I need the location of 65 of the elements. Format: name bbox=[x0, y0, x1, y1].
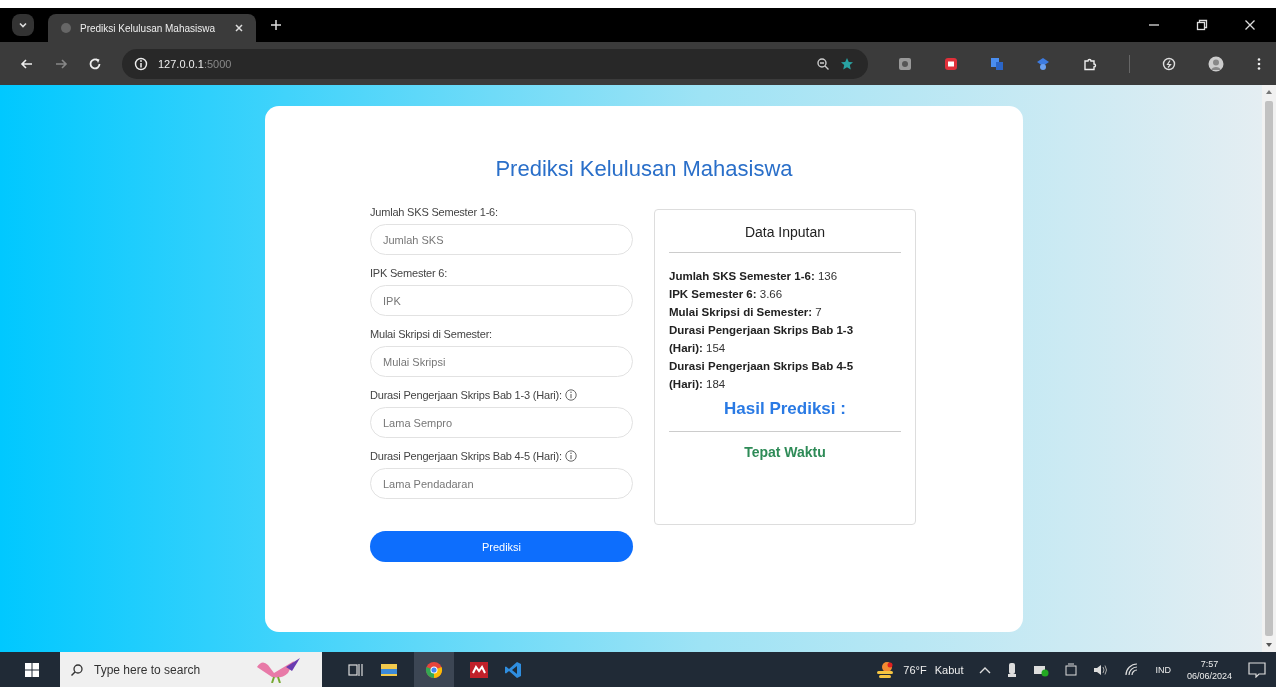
weather-icon[interactable] bbox=[875, 660, 896, 679]
input-summary: Jumlah SKS Semester 1-6: 136 bbox=[669, 269, 839, 284]
wifi-icon[interactable] bbox=[1125, 662, 1140, 677]
usb-drive-icon[interactable] bbox=[1007, 661, 1018, 678]
speaker-icon[interactable] bbox=[1093, 662, 1110, 677]
folder-icon[interactable] bbox=[380, 661, 398, 678]
prediction-result: Tepat Waktu bbox=[743, 444, 827, 460]
clock-time: 7:57 bbox=[1200, 657, 1219, 670]
page-title: Prediksi Kelulusan Mahasiswa bbox=[494, 156, 794, 182]
tab-title: Prediksi Kelulusan Mahasiswa bbox=[80, 22, 217, 34]
star-icon[interactable] bbox=[840, 56, 854, 71]
field-label: Mulai Skripsi di Semester: bbox=[370, 328, 492, 340]
scroll-up-icon[interactable] bbox=[1265, 89, 1273, 95]
info-icon[interactable] bbox=[564, 389, 577, 401]
input-summary: Durasi Pengerjaan Skrips Bab 1-3 (Hari): 154 bbox=[669, 323, 855, 356]
chrome-icon[interactable] bbox=[425, 660, 443, 679]
media-icon[interactable] bbox=[1161, 56, 1176, 71]
puzzle-icon[interactable] bbox=[1082, 56, 1097, 71]
clock-date: 06/06/2024 bbox=[1186, 669, 1232, 682]
input-field[interactable]: Lama Pendadaran bbox=[370, 468, 633, 499]
close-icon[interactable] bbox=[1244, 19, 1256, 31]
code-editor-icon[interactable] bbox=[504, 660, 522, 679]
app-icon[interactable] bbox=[470, 661, 488, 678]
input-field[interactable]: Mulai Skripsi bbox=[370, 346, 633, 377]
task-view-icon[interactable] bbox=[348, 661, 364, 678]
browser-tab[interactable]: Prediksi Kelulusan Mahasiswa bbox=[48, 14, 256, 42]
input-summary: Mulai Skripsi di Semester: 7 bbox=[669, 305, 823, 320]
input-summary: IPK Semester 6: 3.66 bbox=[669, 287, 784, 302]
field-label: Durasi Pengerjaan Skrips Bab 4-5 (Hari): bbox=[370, 450, 562, 462]
temperature-text: 76°F bbox=[903, 663, 927, 676]
tab-search-button[interactable] bbox=[12, 14, 34, 36]
weather-text: Kabut bbox=[934, 663, 964, 676]
info-icon[interactable] bbox=[564, 450, 577, 462]
language-indicator[interactable]: IND bbox=[1155, 664, 1171, 675]
notification-icon[interactable] bbox=[1248, 661, 1266, 678]
field-label: Durasi Pengerjaan Skrips Bab 1-3 (Hari): bbox=[370, 389, 562, 401]
result-heading: Hasil Prediksi : bbox=[723, 399, 847, 419]
menu-icon[interactable] bbox=[1256, 56, 1262, 71]
predict-button[interactable]: Prediksi bbox=[370, 531, 633, 562]
field-label: IPK Semester 6: bbox=[370, 267, 448, 279]
windows-start-icon[interactable] bbox=[24, 661, 40, 678]
avatar-icon[interactable] bbox=[1207, 55, 1224, 72]
restore-icon[interactable] bbox=[1196, 19, 1208, 31]
new-tab-icon[interactable] bbox=[270, 19, 282, 31]
taskbar-search-field[interactable]: Type here to search bbox=[60, 652, 322, 687]
reload-icon[interactable] bbox=[88, 56, 102, 71]
chevron-down-icon bbox=[18, 20, 28, 30]
panel-title: Data Inputan bbox=[743, 224, 827, 240]
input-field[interactable]: Jumlah SKS bbox=[370, 224, 633, 255]
url-text: 127.0.0.1:5000 bbox=[158, 57, 232, 70]
translate-icon[interactable] bbox=[990, 56, 1005, 71]
address-bar[interactable]: 127.0.0.1:5000 bbox=[122, 48, 868, 79]
search-icon bbox=[70, 662, 84, 677]
zoom-icon[interactable] bbox=[816, 56, 830, 71]
extension-icon[interactable] bbox=[944, 56, 959, 71]
input-summary: Durasi Pengerjaan Skrips Bab 4-5 (Hari): 184 bbox=[669, 359, 855, 392]
field-label: Jumlah SKS Semester 1-6: bbox=[370, 206, 498, 218]
scroll-down-icon[interactable] bbox=[1265, 642, 1273, 648]
back-icon[interactable] bbox=[20, 56, 34, 71]
input-field[interactable]: Lama Sempro bbox=[370, 407, 633, 438]
close-icon[interactable] bbox=[234, 23, 244, 33]
input-field[interactable]: IPK bbox=[370, 285, 633, 316]
scrollbar[interactable] bbox=[1262, 85, 1276, 652]
camera-icon[interactable] bbox=[1065, 662, 1078, 677]
forward-icon[interactable] bbox=[54, 56, 68, 71]
